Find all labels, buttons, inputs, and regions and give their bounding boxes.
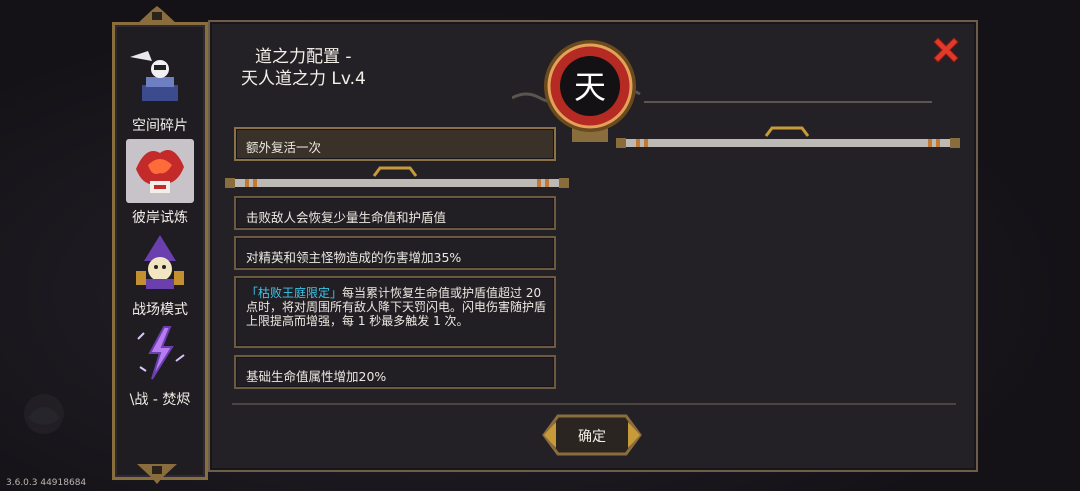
- lightning-fight-icon: [137, 326, 185, 380]
- effect-text: 基础生命值属性增加20%: [246, 369, 387, 384]
- header-effect-card: 额外复活一次: [234, 127, 556, 161]
- realm-limited-tag: 「枯败王庭限定」: [246, 286, 343, 300]
- effect-card: 击败敌人会恢复少量生命值和护盾值: [234, 196, 556, 230]
- close-icon[interactable]: [930, 34, 962, 66]
- effect-text: 击败敌人会恢复少量生命值和护盾值: [246, 210, 447, 225]
- dialog-title: 道之力配置 - 天人道之力 Lv.4: [241, 46, 366, 90]
- title-line-2: 天人道之力 Lv.4: [241, 69, 366, 89]
- sidebar-item-lightning-fight[interactable]: \战 - 焚烬: [119, 315, 201, 415]
- icon-frame: [126, 47, 194, 111]
- confirm-button[interactable]: 确定: [540, 412, 644, 458]
- sidebar-bottom-ornament: [137, 464, 177, 484]
- effect-card: 对精英和领主怪物造成的伤害增加35%: [234, 236, 556, 270]
- sidebar-item-phoenix-trial[interactable]: 彼岸试炼: [119, 133, 201, 233]
- sidebar-item-label: \战 - 焚烬: [129, 392, 191, 408]
- confirm-label: 确定: [578, 429, 606, 445]
- header-effect-text: 额外复活一次: [246, 140, 322, 155]
- rod-clasp-ornament: [372, 166, 418, 177]
- effect-text-block: 「枯败王庭限定」每当累计恢复生命值或护盾值超过 20 点时，将对周围所有敌人降下…: [246, 286, 546, 328]
- title-line-1: 道之力配置 -: [255, 47, 352, 67]
- bottom-divider: [232, 403, 956, 405]
- rod-clasp-ornament: [764, 126, 810, 137]
- icon-frame: [126, 139, 194, 203]
- effect-card: 基础生命值属性增加20%: [234, 355, 556, 389]
- effect-card-special: 「枯败王庭限定」每当累计恢复生命值或护盾值超过 20 点时，将对周围所有敌人降下…: [234, 276, 556, 348]
- space-fragment-icon: [130, 51, 178, 101]
- phoenix-trial-icon: [136, 150, 184, 193]
- sidebar-nav: 空间碎片 彼岸试炼 战场模式 \战 - 焚烬: [112, 22, 208, 480]
- faded-lotus-icon: [24, 394, 64, 434]
- icon-frame: [126, 231, 194, 295]
- left-scroll-rod: [225, 178, 569, 188]
- effect-text: 对精英和领主怪物造成的伤害增加35%: [246, 250, 462, 265]
- battlefield-wizard-icon: [136, 235, 184, 289]
- sidebar-item-label: 彼岸试炼: [132, 210, 188, 226]
- icon-frame: [126, 321, 194, 385]
- emblem-char: 天: [574, 68, 606, 106]
- sidebar-item-label: 空间碎片: [132, 118, 188, 134]
- sidebar-item-space-fragment[interactable]: 空间碎片: [119, 41, 201, 141]
- version-text: 3.6.0.3 44918684: [6, 478, 87, 488]
- right-scroll-rod: [616, 138, 960, 148]
- sidebar-item-battlefield[interactable]: 战场模式: [119, 225, 201, 325]
